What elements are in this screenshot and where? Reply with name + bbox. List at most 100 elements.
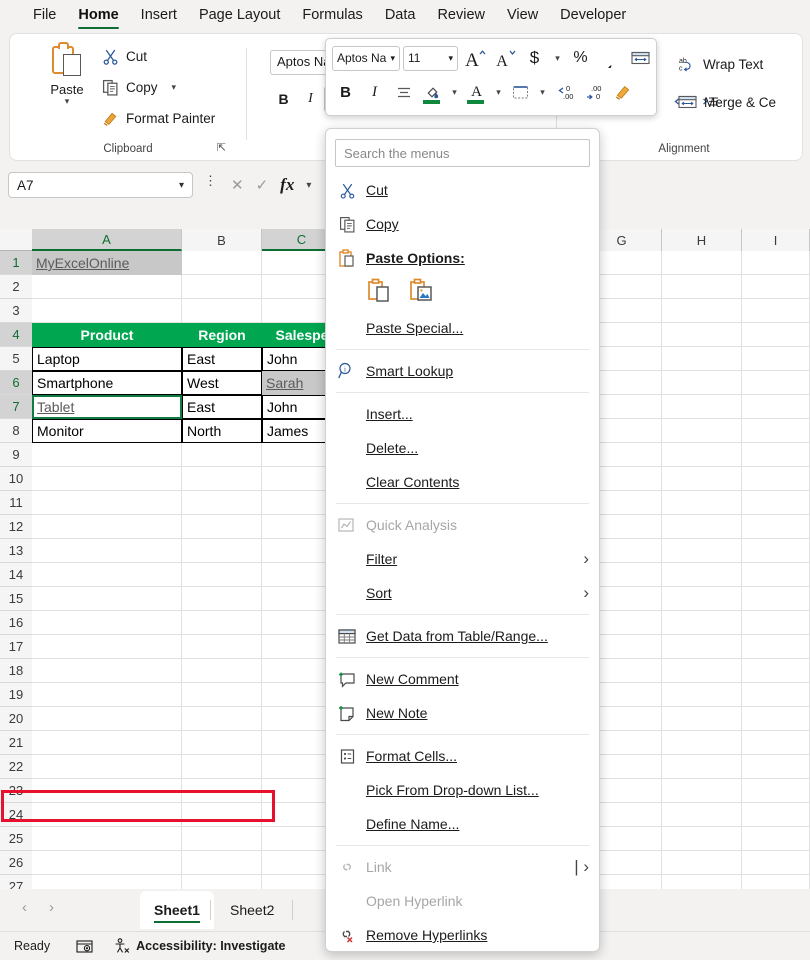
row-header-5[interactable]: 5 — [0, 347, 32, 371]
mini-merge-center-button[interactable] — [627, 45, 654, 71]
menu-item-paste-special[interactable]: Paste Special... — [326, 311, 599, 345]
menu-search-input[interactable]: Search the menus — [335, 139, 590, 167]
row-header-14[interactable]: 14 — [0, 563, 32, 587]
row-header-7[interactable]: 7 — [0, 395, 32, 419]
menu-item-insert[interactable]: Insert... — [326, 397, 599, 431]
row-header-3[interactable]: 3 — [0, 299, 32, 323]
insert-function-icon[interactable]: fx — [280, 175, 294, 195]
row-header-1[interactable]: 1 — [0, 251, 32, 275]
chevron-down-icon[interactable]: ▾ — [40, 96, 94, 107]
menu-item-get-data[interactable]: Get Data from Table/Range... — [326, 619, 599, 653]
mini-fill-color-button[interactable] — [419, 79, 446, 105]
mini-format-painter-button[interactable] — [609, 79, 636, 105]
chevron-down-icon[interactable]: ▾ — [306, 180, 311, 191]
cell-B8[interactable]: North — [182, 419, 262, 443]
ribbon-tab-view[interactable]: View — [496, 3, 549, 29]
column-header-i[interactable]: I — [742, 229, 810, 251]
menu-item-new-note[interactable]: New Note — [326, 696, 599, 730]
row-header-26[interactable]: 26 — [0, 851, 32, 875]
increase-decimal-button[interactable]: 0.00 — [551, 79, 578, 105]
row-header-20[interactable]: 20 — [0, 707, 32, 731]
menu-item-copy[interactable]: Copy — [326, 207, 599, 241]
menu-item-pick-dropdown[interactable]: Pick From Drop-down List... — [326, 773, 599, 807]
chevron-right-icon[interactable]: | › — [574, 857, 589, 877]
record-macro-icon[interactable] — [76, 939, 93, 954]
ribbon-tab-data[interactable]: Data — [374, 3, 427, 29]
shrink-font-button[interactable]: A — [491, 45, 518, 71]
ribbon-tab-developer[interactable]: Developer — [549, 3, 637, 29]
paste-button[interactable]: Paste ▾ — [40, 42, 94, 107]
cell-B4[interactable]: Region — [182, 323, 262, 347]
format-painter-button[interactable]: Format Painter — [102, 110, 215, 127]
ribbon-tab-file[interactable]: File — [22, 3, 67, 29]
ribbon-tab-home[interactable]: Home — [67, 3, 129, 29]
bold-button[interactable]: B — [270, 86, 297, 112]
menu-item-paste-options[interactable]: Paste Options: — [326, 241, 599, 275]
row-header-17[interactable]: 17 — [0, 635, 32, 659]
menu-item-clear-contents[interactable]: Clear Contents — [326, 465, 599, 499]
mini-font-name-input[interactable]: Aptos Na ▾ — [332, 45, 400, 71]
mini-borders-button[interactable] — [507, 79, 534, 105]
cell-A4[interactable]: Product — [32, 323, 182, 347]
menu-item-filter[interactable]: Filter › — [326, 542, 599, 576]
row-header-21[interactable]: 21 — [0, 731, 32, 755]
chevron-down-icon[interactable]: ▾ — [448, 79, 461, 105]
menu-item-format-cells[interactable]: Format Cells... — [326, 739, 599, 773]
row-header-10[interactable]: 10 — [0, 467, 32, 491]
italic-button[interactable]: I — [297, 86, 324, 112]
decrease-decimal-button[interactable]: .00 0 — [580, 79, 607, 105]
next-sheet-icon[interactable]: › — [49, 899, 54, 916]
menu-item-smart-lookup[interactable]: i Smart Lookup — [326, 354, 599, 388]
grow-font-button[interactable]: A — [461, 45, 488, 71]
column-header-a[interactable]: A — [32, 229, 182, 251]
ribbon-tab-review[interactable]: Review — [426, 3, 496, 29]
chevron-right-icon[interactable]: › — [583, 583, 589, 603]
row-header-6[interactable]: 6 — [0, 371, 32, 395]
mini-align-button[interactable] — [390, 79, 417, 105]
chevron-down-icon[interactable]: ▾ — [492, 79, 505, 105]
chevron-down-icon[interactable]: ▾ — [172, 82, 177, 93]
column-header-b[interactable]: B — [182, 229, 262, 251]
cell-A1[interactable]: MyExcelOnline — [32, 251, 182, 275]
menu-item-delete[interactable]: Delete... — [326, 431, 599, 465]
row-header-16[interactable]: 16 — [0, 611, 32, 635]
menu-item-define-name[interactable]: Define Name... — [326, 807, 599, 841]
ribbon-tab-insert[interactable]: Insert — [130, 3, 188, 29]
row-header-13[interactable]: 13 — [0, 539, 32, 563]
copy-button[interactable]: Copy ▾ — [102, 79, 176, 96]
accessibility-status[interactable]: Accessibility: Investigate — [113, 938, 286, 954]
menu-item-cut[interactable]: Cut — [326, 173, 599, 207]
cell-A7[interactable]: Tablet — [32, 395, 182, 419]
sheet-tab-sheet2[interactable]: Sheet2 — [216, 891, 288, 929]
ribbon-tab-page-layout[interactable]: Page Layout — [188, 3, 291, 29]
ribbon-tab-formulas[interactable]: Formulas — [291, 3, 373, 29]
row-header-11[interactable]: 11 — [0, 491, 32, 515]
merge-center-button[interactable]: Merge & Ce — [678, 94, 776, 110]
row-header-9[interactable]: 9 — [0, 443, 32, 467]
paste-keep-formatting-icon[interactable] — [366, 277, 396, 307]
menu-item-new-comment[interactable]: New Comment — [326, 662, 599, 696]
cell-B7[interactable]: East — [182, 395, 262, 419]
cell-A6[interactable]: Smartphone — [32, 371, 182, 395]
column-header-h[interactable]: H — [662, 229, 742, 251]
name-box[interactable]: A7 ▾ — [8, 172, 193, 198]
sheet-tab-sheet1[interactable]: Sheet1 — [140, 891, 214, 929]
enter-formula-icon[interactable]: ✓ — [256, 176, 269, 194]
row-header-19[interactable]: 19 — [0, 683, 32, 707]
chevron-down-icon[interactable]: ▾ — [448, 53, 453, 64]
mini-font-size-input[interactable]: 11 ▾ — [403, 45, 458, 71]
cell-B5[interactable]: East — [182, 347, 262, 371]
formula-bar-drag-handle[interactable]: ⋮ — [204, 174, 217, 187]
row-header-22[interactable]: 22 — [0, 755, 32, 779]
row-header-24[interactable]: 24 — [0, 803, 32, 827]
chevron-right-icon[interactable]: › — [583, 549, 589, 569]
row-header-8[interactable]: 8 — [0, 419, 32, 443]
mini-italic-button[interactable]: I — [361, 79, 388, 105]
cell-A8[interactable]: Monitor — [32, 419, 182, 443]
row-header-18[interactable]: 18 — [0, 659, 32, 683]
cell-A5[interactable]: Laptop — [32, 347, 182, 371]
paste-picture-icon[interactable] — [408, 277, 438, 307]
wrap-text-button[interactable]: ab c Wrap Text — [678, 56, 763, 73]
row-header-2[interactable]: 2 — [0, 275, 32, 299]
chevron-down-icon[interactable]: ▾ — [390, 53, 395, 64]
